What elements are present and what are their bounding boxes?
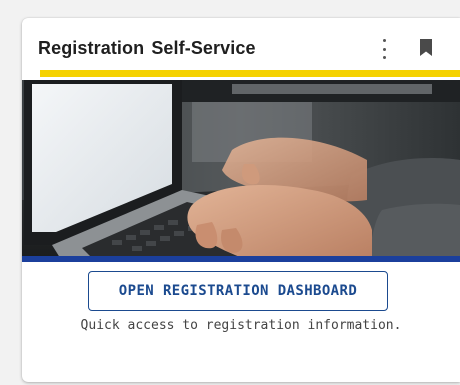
card-title: Registration Self-Service (38, 38, 256, 58)
bookmark-icon[interactable] (419, 38, 433, 57)
open-registration-dashboard-button[interactable]: OPEN REGISTRATION DASHBOARD (88, 271, 388, 311)
menu-dot (382, 47, 386, 51)
menu-dot (382, 56, 386, 59)
card-description: Quick access to registration information… (80, 318, 402, 333)
header-accent-bar (40, 70, 460, 77)
card-header: Registration Self-Service (22, 18, 460, 78)
registration-card: Registration Self-Service OPEN REGISTRAT… (22, 18, 460, 382)
hero-image (22, 80, 460, 261)
more-vert-icon[interactable] (377, 39, 391, 59)
hero-bottom-bar (22, 256, 460, 262)
menu-dot (382, 39, 386, 42)
